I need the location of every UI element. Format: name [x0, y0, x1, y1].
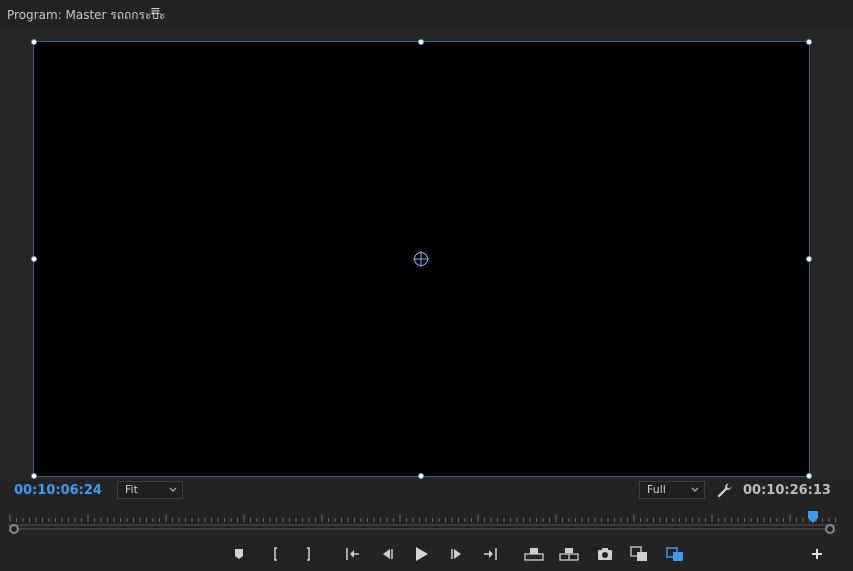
- play-icon: [416, 547, 428, 561]
- export-frame-icon: [598, 548, 612, 560]
- time-ruler-ticks: [8, 514, 838, 526]
- go-to-in-icon: [346, 548, 359, 560]
- transport-controls: [0, 540, 853, 568]
- lift-button[interactable]: [523, 544, 545, 564]
- mark-in-button[interactable]: [265, 544, 287, 564]
- add-marker-icon: [235, 549, 243, 559]
- hamburger-menu-icon[interactable]: ≡: [150, 4, 161, 19]
- zoom-level-value: Fit: [125, 483, 138, 496]
- button-editor-plus-icon: [812, 549, 822, 559]
- wrench-settings-icon[interactable]: [716, 482, 732, 498]
- go-to-out-button[interactable]: [480, 544, 502, 564]
- zoom-scroll-handle-left[interactable]: [9, 524, 19, 534]
- comparison-view-button[interactable]: [628, 544, 650, 564]
- sequence-duration-timecode: 00:10:26:13: [743, 483, 831, 498]
- program-monitor-area: [0, 28, 853, 480]
- step-back-icon: [383, 549, 393, 559]
- transform-handle-left[interactable]: [31, 256, 37, 262]
- playback-resolution-select[interactable]: Full: [639, 481, 705, 499]
- transform-handle-top[interactable]: [418, 39, 424, 45]
- transform-handle-bottom[interactable]: [418, 473, 424, 479]
- mark-out-icon: [307, 547, 310, 561]
- play-stop-button[interactable]: [410, 544, 432, 564]
- lift-icon: [524, 548, 544, 561]
- playback-resolution-value: Full: [647, 483, 666, 496]
- time-ruler[interactable]: [0, 508, 853, 538]
- extract-button[interactable]: [558, 544, 580, 564]
- toggle-proxies-button[interactable]: [664, 544, 686, 564]
- zoom-scroll-handle-right[interactable]: [825, 524, 835, 534]
- transform-handle-top-left[interactable]: [31, 39, 37, 45]
- playhead-timecode[interactable]: 00:10:06:24: [14, 483, 102, 498]
- chevron-down-icon: [691, 487, 699, 492]
- mark-in-icon: [274, 547, 277, 561]
- export-frame-button[interactable]: [594, 544, 616, 564]
- step-forward-icon: [451, 549, 461, 559]
- step-forward-button[interactable]: [446, 544, 468, 564]
- extract-icon: [559, 548, 579, 561]
- mark-out-button[interactable]: [297, 544, 319, 564]
- comparison-view-icon: [630, 546, 647, 561]
- anchor-point-icon[interactable]: [413, 251, 429, 267]
- transform-handle-bottom-right[interactable]: [806, 473, 812, 479]
- button-editor-button[interactable]: [806, 544, 828, 564]
- add-marker-button[interactable]: [228, 544, 250, 564]
- zoom-level-select[interactable]: Fit: [117, 481, 183, 499]
- timecode-bar: 00:10:06:24 Fit Full 00:10:26:13: [0, 480, 853, 502]
- chevron-down-icon: [169, 487, 177, 492]
- go-to-in-button[interactable]: [341, 544, 363, 564]
- transform-handle-bottom-left[interactable]: [31, 473, 37, 479]
- video-frame[interactable]: [31, 39, 812, 479]
- step-back-button[interactable]: [376, 544, 398, 564]
- toggle-proxies-icon: [666, 547, 683, 561]
- transform-handle-top-right[interactable]: [806, 39, 812, 45]
- transform-handle-right[interactable]: [806, 256, 812, 262]
- playhead-icon[interactable]: [807, 510, 819, 524]
- panel-title[interactable]: Program: Master รถถกระบะ: [7, 6, 165, 25]
- zoom-scroll-bar[interactable]: [14, 528, 830, 530]
- go-to-out-icon: [484, 548, 497, 560]
- panel-header: Program: Master รถถกระบะ ≡: [0, 0, 853, 28]
